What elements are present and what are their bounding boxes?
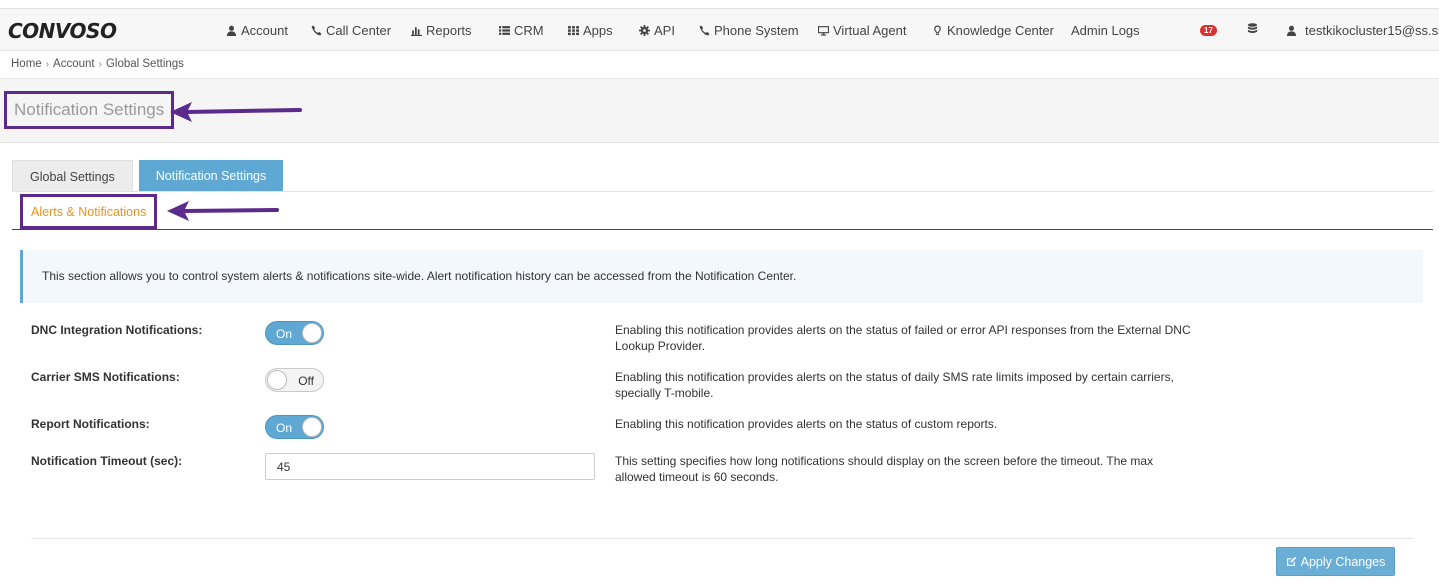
nav-call-center-label: Call Center [326,23,392,38]
nav-account[interactable]: Account [226,23,288,38]
lightbulb-icon [934,25,941,35]
breadcrumb-account[interactable]: Account [53,58,95,70]
dnc-notifications-label: DNC Integration Notifications: [31,323,203,337]
toggle-state-text: On [276,327,293,341]
nav-reports-label: Reports [426,23,472,38]
monitor-icon [818,26,829,36]
nav-admin-logs-label: Admin Logs [1071,23,1140,38]
page-title-highlight: Notification Settings [4,91,175,129]
toggle-knob [302,323,322,343]
notification-timeout-label: Notification Timeout (sec): [31,454,183,468]
subtab-divider [12,229,1433,230]
phone-icon [311,25,322,36]
nav-virtual-agent-label: Virtual Agent [833,23,907,38]
apply-changes-label: Apply Changes [1300,554,1386,569]
tab-notification-settings[interactable]: Notification Settings [138,160,284,192]
apply-changes-button[interactable]: Apply Changes [1276,547,1395,576]
report-notifications-description: Enabling this notification provides aler… [615,417,998,431]
nav-account-label: Account [241,23,288,38]
page-title: Notification Settings [14,100,165,119]
breadcrumb-separator-icon: › [45,59,50,70]
nav-reports[interactable]: Reports [411,23,472,38]
toggle-state-text: Off [298,374,314,388]
nav-call-center[interactable]: Call Center [311,23,391,38]
nav-virtual-agent[interactable]: Virtual Agent [818,23,906,38]
list-icon [499,26,510,35]
breadcrumb-separator-icon: › [98,59,102,70]
nav-knowledge-center-label: Knowledge Center [947,23,1054,38]
dnc-notifications-toggle[interactable]: On [265,321,324,345]
notification-timeout-description: This setting specifies how long notifica… [615,454,1154,484]
user-icon [226,25,237,36]
notifications-button[interactable]: 17 [1200,22,1217,36]
nav-crm[interactable]: CRM [499,23,544,38]
grid-icon [568,26,579,36]
nav-api[interactable]: API [639,23,675,38]
settings-tabs: Global Settings Notification Settings [12,160,284,192]
database-button[interactable] [1247,23,1258,38]
form-footer-divider [31,538,1414,539]
gear-icon [639,25,650,36]
tab-global-settings[interactable]: Global Settings [12,160,133,192]
annotation-arrow-icon [167,201,279,221]
edit-icon [1286,556,1296,566]
report-notifications-toggle[interactable]: On [265,415,324,439]
toggle-state-text: On [276,421,293,435]
page-header: Notification Settings [0,79,1439,143]
nav-api-label: API [654,23,675,38]
convoso-logo[interactable]: CONVOSO [8,19,117,43]
toggle-knob [302,417,322,437]
dnc-notifications-description: Enabling this notification provides aler… [615,323,1191,353]
annotation-arrow-icon [170,102,302,122]
info-callout: This section allows you to control syste… [20,250,1423,303]
carrier-sms-notifications-description: Enabling this notification provides aler… [615,370,1174,400]
report-notifications-label: Report Notifications: [31,417,150,431]
nav-crm-label: CRM [514,23,544,38]
phone-icon [699,25,710,36]
toggle-knob [267,370,287,390]
breadcrumb-global-settings: Global Settings [105,58,184,70]
breadcrumb: Home › Account › Global Settings [0,51,1439,79]
nav-phone-system-label: Phone System [714,23,799,38]
user-icon [1286,25,1297,36]
nav-knowledge-center[interactable]: Knowledge Center [932,23,1054,38]
database-icon [1247,23,1258,34]
nav-apps[interactable]: Apps [568,23,613,38]
breadcrumb-home[interactable]: Home [11,58,42,70]
subtab-highlight: Alerts & Notifications [20,194,158,229]
nav-phone-system[interactable]: Phone System [699,23,799,38]
tabs-divider [12,191,1433,192]
nav-apps-label: Apps [583,23,613,38]
top-navbar: CONVOSO Account Call Center Reports CRM … [0,8,1439,51]
carrier-sms-notifications-label: Carrier SMS Notifications: [31,370,180,384]
carrier-sms-notifications-toggle[interactable]: Off [265,368,324,392]
notification-count-badge: 17 [1200,25,1217,36]
subtab-alerts-notifications[interactable]: Alerts & Notifications [31,205,146,219]
nav-admin-logs[interactable]: Admin Logs [1071,23,1140,38]
bar-chart-icon [411,27,422,36]
notification-timeout-input[interactable] [265,453,595,480]
user-menu[interactable]: testkikocluster15@ss.ss [1286,23,1439,38]
user-email: testkikocluster15@ss.ss [1305,23,1439,38]
